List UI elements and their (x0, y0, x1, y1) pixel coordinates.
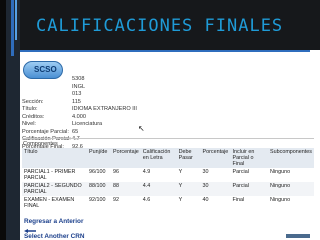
info-value: IDIOMA EXTRANJERO III (72, 106, 137, 112)
cell-porcentaje: 92 (113, 197, 119, 203)
cell-debe-pasar: Y (178, 169, 183, 175)
left-stripe (11, 0, 14, 56)
divider (22, 138, 314, 139)
cell-titulo: PARCIAL2 - SEGUNDO PARCIAL (24, 183, 82, 195)
col-header-porcentaje-2: Porcentaje (200, 148, 231, 168)
col-header-debe-pasar: Debe Pasar (176, 148, 201, 168)
cell-puntaje: 96/100 (89, 169, 106, 175)
left-stripe-light (15, 0, 17, 40)
info-label (22, 84, 72, 92)
info-label: Título: (22, 106, 38, 112)
cell-porcentaje: 96 (113, 169, 119, 175)
table-row: PARCIAL1 - PRIMER PARCIAL 96/100 96 4.9 … (22, 168, 314, 182)
cell-calificacion: 4.6 (142, 197, 151, 203)
cell-porcentaje-2: 30 (202, 169, 209, 175)
info-label: Porcentaje Parcial: (22, 128, 69, 135)
brand-logo-text: SCSO (34, 65, 57, 74)
footer-mark (286, 234, 310, 238)
info-value: 013 (72, 91, 82, 97)
col-header-titulo: Título (22, 148, 88, 168)
cell-incluir: Parcial (232, 169, 249, 175)
info-label: Créditos: (22, 113, 45, 120)
components-header-row: Título Punj/de Porcentaje Calificación e… (22, 148, 314, 168)
info-value: 115 (72, 98, 81, 105)
cell-calificacion: 4.9 (142, 169, 151, 175)
info-row: INGL (22, 84, 142, 92)
col-header-incluir: Incluir en Parcial o Final (230, 148, 269, 168)
info-row: 5308 (22, 76, 142, 84)
cell-incluir: Final (232, 197, 245, 203)
accent-line (20, 50, 310, 52)
components-title: Componentes (23, 141, 58, 147)
cell-subcomponentes: Ninguno (270, 197, 291, 203)
cell-puntaje: 88/100 (89, 183, 106, 189)
table-row: PARCIAL2 - SEGUNDO PARCIAL 88/100 88 4.4… (22, 182, 314, 196)
col-header-subcomponentes: Subcomponentes (268, 148, 314, 168)
col-header-puntaje: Punj/de (87, 148, 111, 168)
info-label (22, 91, 72, 99)
cell-porcentaje: 88 (113, 183, 119, 189)
page-title: CALIFICACIONES FINALES (36, 16, 284, 36)
table-row: EXAMEN - EXAMEN FINAL 92/100 92 4.6 Y 40… (22, 196, 314, 210)
info-label: Sección: (22, 98, 44, 105)
info-row: Porcentaje Parcial: 65 (22, 129, 142, 137)
info-value: 65 (72, 128, 79, 135)
cell-titulo: EXAMEN - EXAMEN FINAL (24, 197, 75, 209)
info-value: 4.000 (72, 113, 86, 120)
info-label: Nivel: (22, 121, 36, 127)
cell-puntaje: 92/100 (89, 197, 106, 203)
cell-incluir: Parcial (232, 183, 249, 189)
grades-screenshot: SCSO 5308 INGL 013 Sección: 115 Título: IDIOMA… (20, 54, 316, 240)
info-row: Sección: 115 (22, 99, 142, 107)
info-value: Licenciatura (72, 121, 103, 127)
info-label (22, 76, 72, 84)
cell-porcentaje-2: 40 (202, 197, 209, 203)
cell-subcomponentes: Ninguno (270, 169, 291, 175)
info-value: INGL (72, 83, 86, 90)
cell-titulo: PARCIAL1 - PRIMER PARCIAL (24, 169, 76, 181)
info-row: 013 (22, 91, 142, 99)
col-header-porcentaje: Porcentaje (111, 148, 141, 168)
info-value: 5308 (72, 76, 85, 82)
mouse-cursor-icon: ↖ (138, 124, 145, 133)
cell-debe-pasar: Y (178, 197, 183, 203)
info-row: Créditos: 4.000 (22, 114, 142, 122)
cell-debe-pasar: Y (178, 183, 183, 189)
info-row: Título: IDIOMA EXTRANJERO III (22, 106, 142, 114)
back-link[interactable]: Regresar a Anterior (24, 218, 83, 225)
info-row: Nivel: Licenciatura (22, 121, 142, 129)
cell-porcentaje-2: 30 (202, 183, 209, 189)
cell-subcomponentes: Ninguno (270, 183, 291, 189)
components-table: Título Punj/de Porcentaje Calificación e… (22, 148, 314, 210)
col-header-calificacion: Calificación en Letra (140, 148, 177, 168)
cell-calificacion: 4.4 (142, 183, 151, 189)
select-crn-link[interactable]: Select Another CRN (24, 233, 84, 240)
